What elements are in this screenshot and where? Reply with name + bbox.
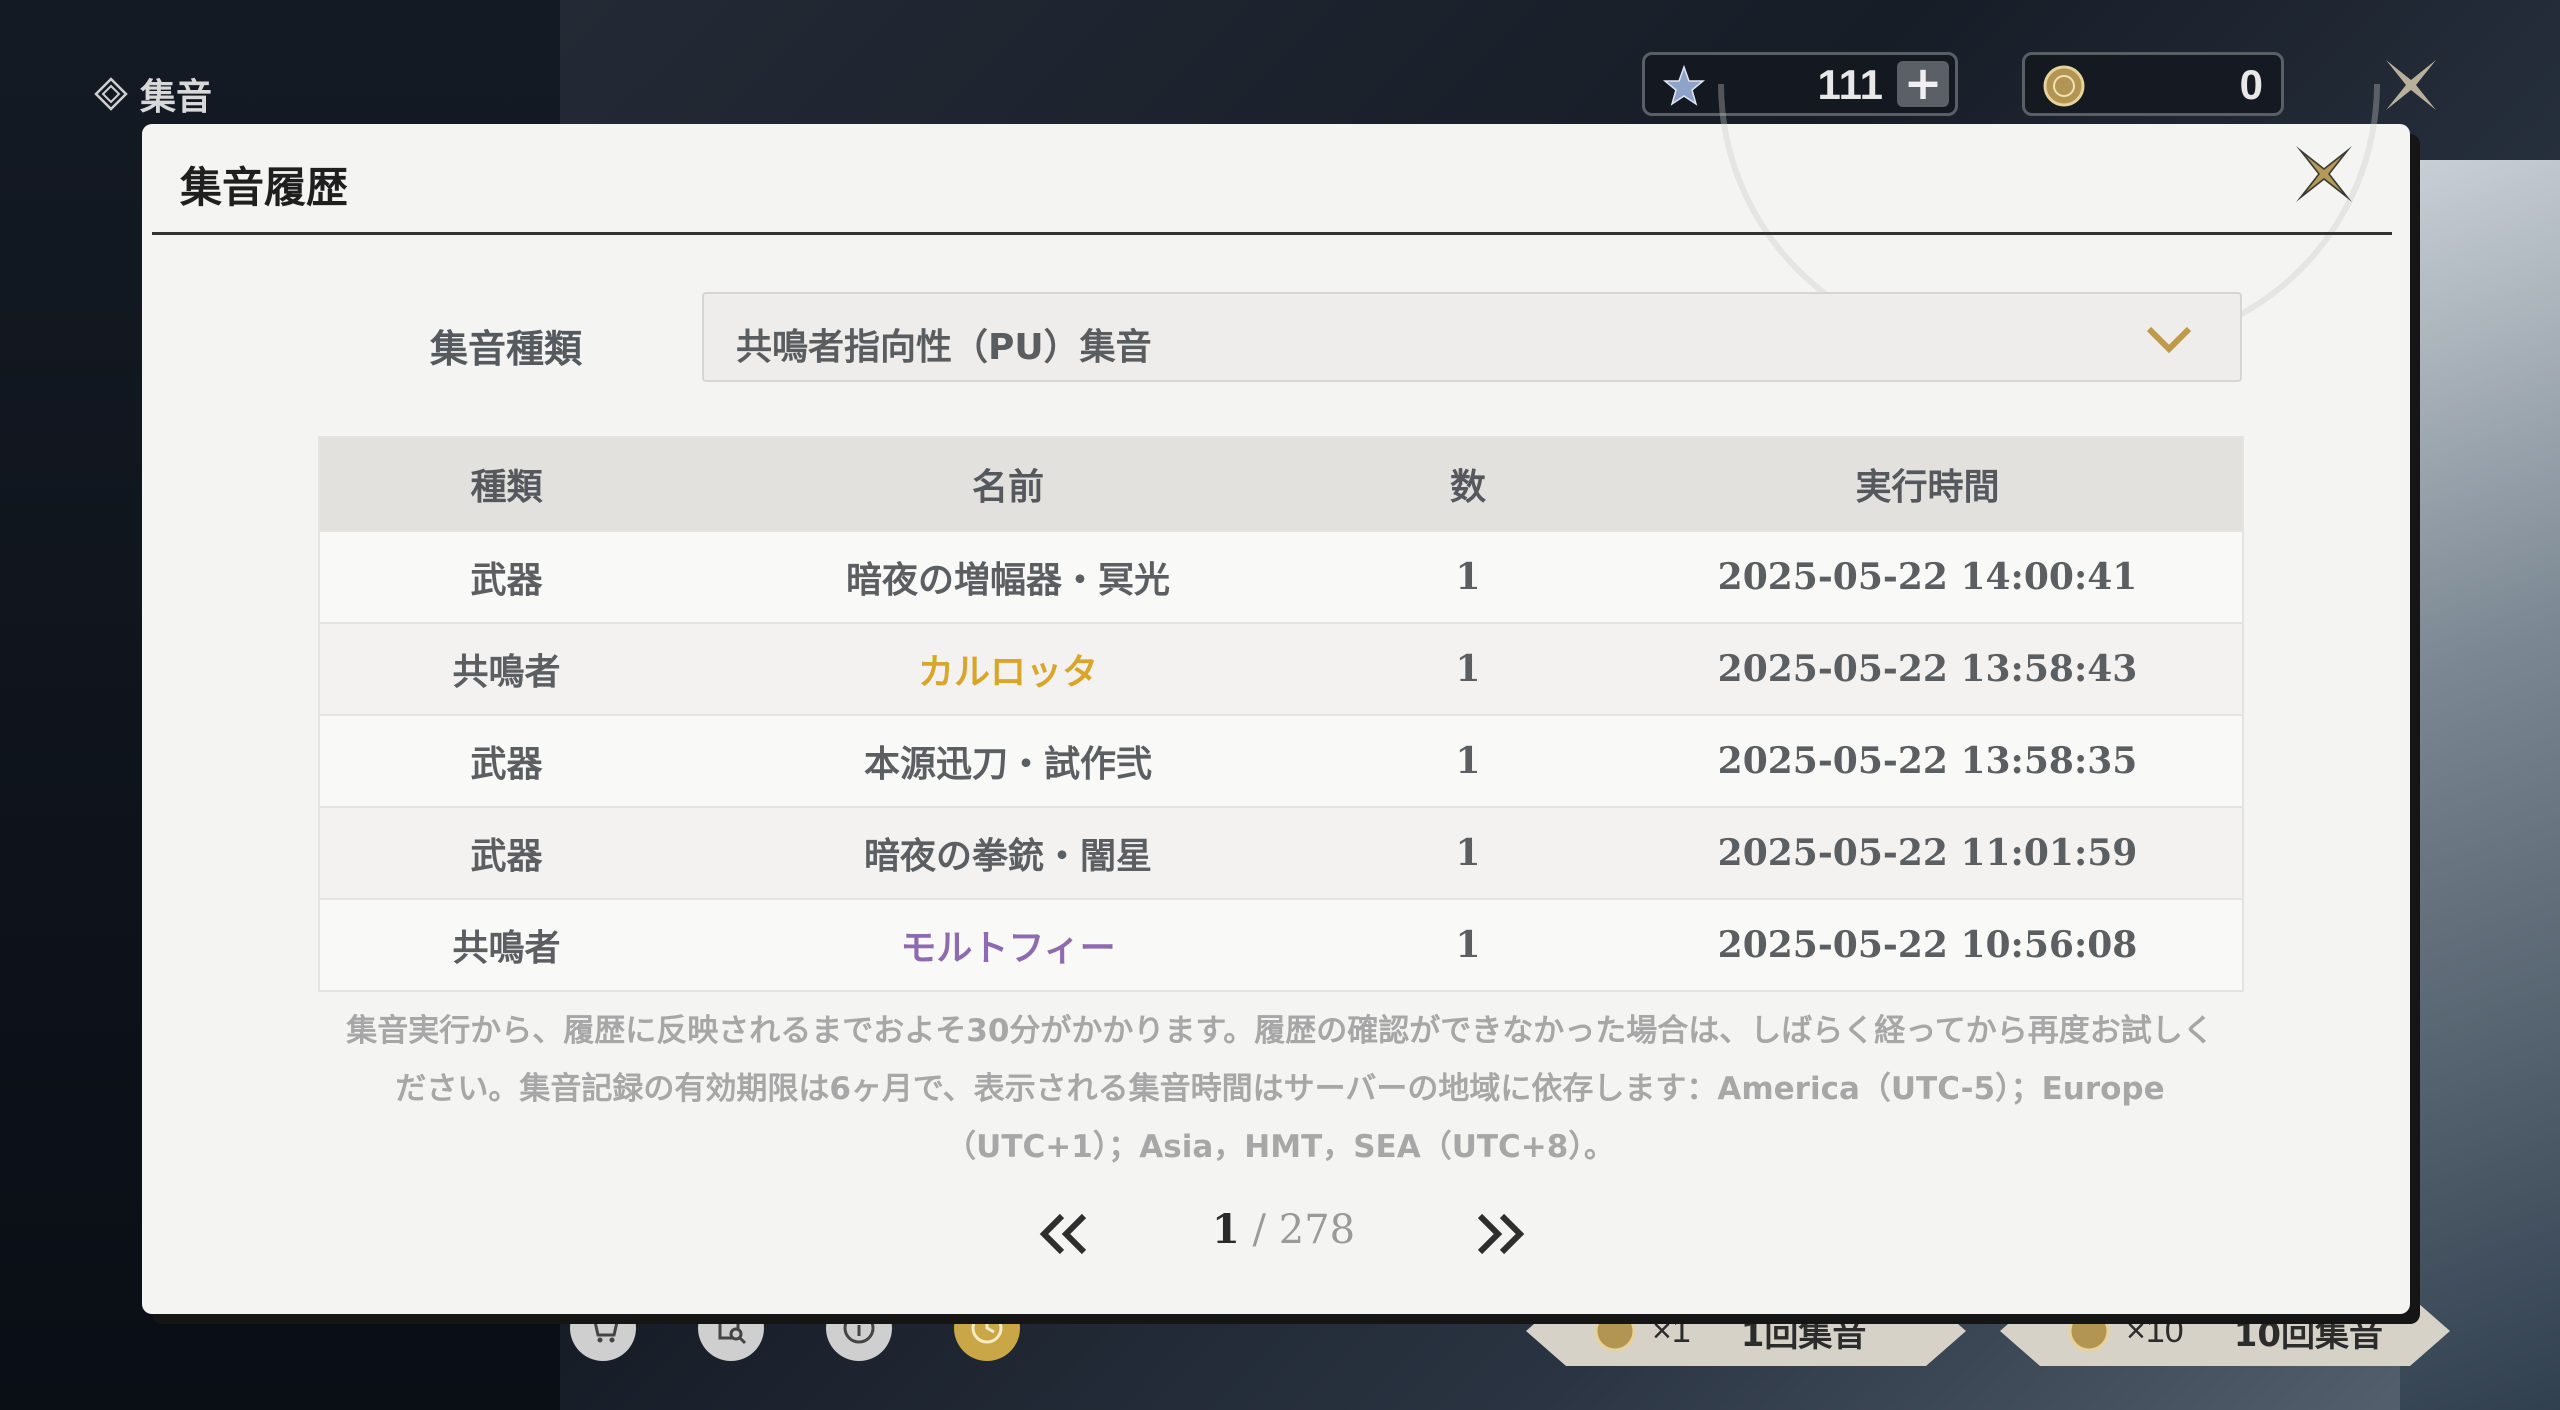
page-separator: / [1239,1207,1279,1253]
cell-count: 1 [1323,898,1613,991]
cell-name: 暗夜の拳銃・闇星 [693,806,1323,899]
filter-label: 集音種類 [430,327,583,371]
convene-emblem-icon [94,77,128,111]
gold-coin-icon [1592,1308,1638,1354]
column-header-time: 実行時間 [1613,437,2243,531]
notice-line: 集音実行から、履歴に反映されるまでおよそ30分がかかります。履歴の確認ができなか… [346,1013,2214,1049]
cell-type: 共鳴者 [319,622,693,715]
dropdown-selected-value: 共鳴者指向性（PU）集音 [736,327,1152,368]
cell-name: カルロッタ [693,622,1323,715]
background-character-art [2400,160,2560,1410]
cell-type: 武器 [319,530,693,623]
cell-time: 2025-05-22 10:56:08 [1613,898,2243,991]
cell-name: モルトフィー [693,898,1323,991]
cell-count: 1 [1323,530,1613,623]
cell-count: 1 [1323,714,1613,807]
notice-line: ださい。集音記録の有効期限は6ヶ月で、表示される集音時間はサーバーの地域に依存し… [395,1071,2165,1107]
table-row: 共鳴者 カルロッタ 1 2025-05-22 13:58:43 [319,622,2243,715]
screen-title: 集音 [94,68,212,120]
total-pages: 278 [1278,1207,1356,1253]
next-page-icon[interactable] [1472,1212,1528,1256]
history-notice: 集音実行から、履歴に反映されるまでおよそ30分がかかります。履歴の確認ができなか… [318,1002,2242,1176]
info-icon [843,1312,875,1344]
table-header-row: 種類 名前 数 実行時間 [319,437,2243,531]
table-row: 武器 本源迅刀・試作弐 1 2025-05-22 13:58:35 [319,714,2243,807]
convene-once-cost: ×1 [1652,1311,1691,1350]
table-row: 共鳴者 モルトフィー 1 2025-05-22 10:56:08 [319,898,2243,991]
cell-time: 2025-05-22 14:00:41 [1613,530,2243,623]
convene-ten-cost: ×10 [2126,1311,2184,1350]
cell-type: 武器 [319,806,693,899]
screen-title-text: 集音 [140,77,213,118]
cell-time: 2025-05-22 13:58:43 [1613,622,2243,715]
modal-title: 集音履歴 [180,163,349,212]
table-row: 武器 暗夜の拳銃・闇星 1 2025-05-22 11:01:59 [319,806,2243,899]
history-table: 種類 名前 数 実行時間 武器 暗夜の増幅器・冥光 1 2025-05-22 1… [318,436,2244,992]
cell-name: 本源迅刀・試作弐 [693,714,1323,807]
previous-page-icon[interactable] [1036,1212,1092,1256]
current-page: 1 [1212,1206,1240,1253]
cell-time: 2025-05-22 13:58:35 [1613,714,2243,807]
cell-count: 1 [1323,806,1613,899]
clock-icon [971,1312,1003,1344]
cell-type: 武器 [319,714,693,807]
star-crystal-icon [1662,64,1706,106]
column-header-name: 名前 [693,437,1323,531]
exit-screen-icon[interactable] [2378,52,2444,118]
chevron-down-icon [2146,326,2192,354]
cart-icon [588,1315,619,1343]
cell-time: 2025-05-22 11:01:59 [1613,806,2243,899]
column-header-type: 種類 [319,437,693,531]
cell-count: 1 [1323,622,1613,715]
search-document-icon [718,1312,747,1345]
cell-type: 共鳴者 [319,898,693,991]
pagination: 1 / 278 [142,1200,2410,1280]
notice-line: （UTC+1）；Asia，HMT，SEA（UTC+8）。 [945,1129,1615,1165]
modal-header: 集音履歴 [152,124,2392,235]
history-modal: 集音履歴 集音種類 共鳴者指向性（PU）集音 種類 名前 数 実行時間 武器 暗… [142,84,2410,1314]
convene-type-dropdown[interactable]: 共鳴者指向性（PU）集音 [702,292,2242,382]
table-row: 武器 暗夜の増幅器・冥光 1 2025-05-22 14:00:41 [319,530,2243,623]
cell-name: 暗夜の増幅器・冥光 [693,530,1323,623]
page-indicator: 1 / 278 [1212,1206,1355,1253]
close-icon[interactable] [2292,142,2356,206]
gold-coin-icon [2066,1308,2112,1354]
column-header-count: 数 [1323,437,1613,531]
